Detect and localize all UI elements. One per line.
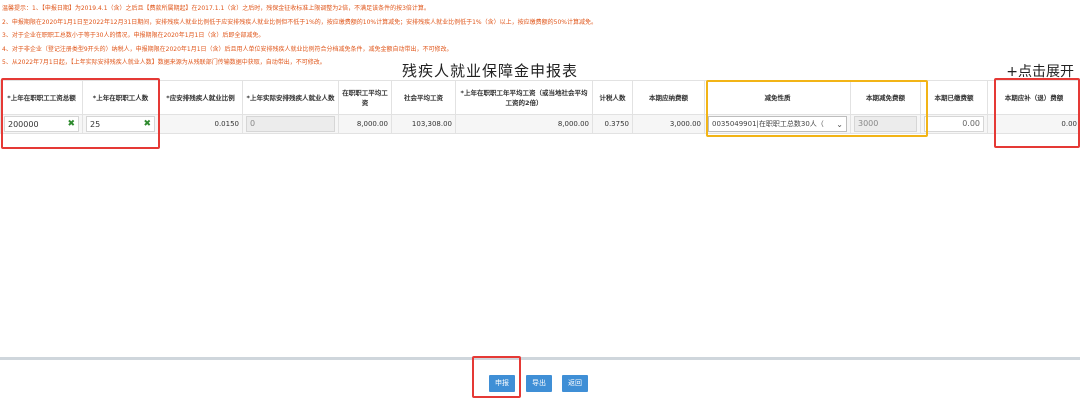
col-header-actual-disabled-count: *上年实际安排残疾人就业人数: [243, 81, 339, 115]
relief-nature-select[interactable]: 0035049901|在职职工总数30人（ ⌄: [708, 116, 847, 132]
notice-line: 4、对于非企业（登记注册类型9开头的）纳税人，申报期限在2020年1月1日（含）…: [2, 43, 1062, 57]
col-header-required-ratio: *应安排残疾人就业比例: [159, 81, 243, 115]
col-header-annual-avg-wage: *上年在职职工年平均工资（或当地社会平均工资的2倍）: [456, 81, 593, 115]
cell-relief-nature: 0035049901|在职职工总数30人（ ⌄: [705, 115, 851, 134]
cell-payable-amount: 3,000.00: [633, 115, 705, 134]
footer-bar: 申报 导出 返回: [0, 357, 1080, 403]
export-button[interactable]: 导出: [526, 375, 552, 392]
declaration-table: *上年在职职工工资总额 *上年在职职工人数 *应安排残疾人就业比例 *上年实际安…: [0, 80, 1080, 134]
clear-icon[interactable]: ✖: [67, 119, 75, 129]
cell-refund-amount: 0.00: [988, 115, 1080, 134]
col-header-social-avg-wage: 社会平均工资: [392, 81, 456, 115]
notice-line: 2、申报期限在2020年1月1日至2022年12月31日期间，安排残疾人就业比例…: [2, 16, 1062, 30]
expand-link[interactable]: +点击展开: [1006, 61, 1074, 81]
cell-total-wages: 200000 ✖: [1, 115, 83, 134]
table-header-row: *上年在职职工工资总额 *上年在职职工人数 *应安排残疾人就业比例 *上年实际安…: [1, 81, 1080, 115]
total-wages-input[interactable]: 200000 ✖: [4, 116, 79, 132]
table-row: 200000 ✖ 25 ✖ 0.0150 0 8,000.00 103,308.…: [1, 115, 1080, 134]
col-header-total-wages: *上年在职职工工资总额: [1, 81, 83, 115]
cell-actual-disabled-count: 0: [243, 115, 339, 134]
paid-amount-input[interactable]: 0.00: [924, 116, 984, 132]
cell-annual-avg-wage: 8,000.00: [456, 115, 593, 134]
col-header-relief-nature: 减免性质: [705, 81, 851, 115]
cell-social-avg-wage: 103,308.00: [392, 115, 456, 134]
notice-line: 温馨提示：1、【申报日期】为2019.4.1（含）之后且【费款所属期起】在201…: [2, 2, 1062, 16]
col-header-taxable-count: 计税人数: [593, 81, 633, 115]
relief-nature-value: 0035049901|在职职工总数30人（: [712, 119, 824, 129]
staff-count-value: 25: [90, 120, 100, 129]
relief-amount-field: 3000: [854, 116, 917, 132]
notice-line: 3、对于企业在职职工总数小于等于30人的情况，申报期限在2020年1月1日（含）…: [2, 29, 1062, 43]
col-header-avg-wage: 在职职工平均工资: [339, 81, 392, 115]
col-header-refund-amount: 本期应补（退）费额: [988, 81, 1080, 115]
page-title: 残疾人就业保障金申报表: [0, 60, 980, 81]
chevron-down-icon[interactable]: ⌄: [836, 120, 843, 129]
submit-button[interactable]: 申报: [489, 375, 515, 392]
cell-paid-amount: 0.00: [921, 115, 988, 134]
clear-icon[interactable]: ✖: [143, 119, 151, 129]
back-button[interactable]: 返回: [562, 375, 588, 392]
cell-relief-amount: 3000: [851, 115, 921, 134]
col-header-payable-amount: 本期应纳费额: [633, 81, 705, 115]
cell-avg-wage: 8,000.00: [339, 115, 392, 134]
cell-taxable-count: 0.3750: [593, 115, 633, 134]
total-wages-value: 200000: [8, 120, 39, 129]
cell-staff-count: 25 ✖: [83, 115, 159, 134]
staff-count-input[interactable]: 25 ✖: [86, 116, 155, 132]
col-header-staff-count: *上年在职职工人数: [83, 81, 159, 115]
actual-disabled-count-field: 0: [246, 116, 335, 132]
col-header-paid-amount: 本期已缴费额: [921, 81, 988, 115]
cell-required-ratio: 0.0150: [159, 115, 243, 134]
col-header-relief-amount: 本期减免费额: [851, 81, 921, 115]
